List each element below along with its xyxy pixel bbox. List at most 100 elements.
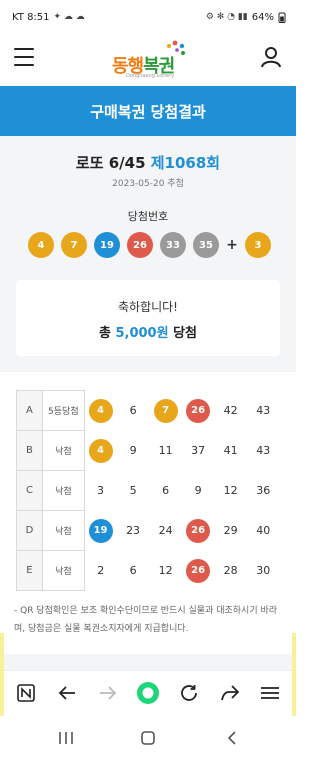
ticket-number: 3 — [97, 484, 105, 497]
ticket-table: A 5등당첨 4 6 7 26 42 43 B 낙첨 4 9 11 37 41 43 C 낙첨 3 5 6 9 12 36 D 낙… — [16, 390, 280, 591]
ticket-number-cell: 36 — [247, 471, 280, 511]
ticket-number: 5 — [129, 484, 137, 497]
ticket-number-cell: 26 — [182, 511, 215, 551]
winning-ball: 33 — [160, 232, 186, 258]
ticket-number-cell: 28 — [214, 551, 247, 591]
ticket-row-label: B — [16, 430, 43, 471]
app-header: 동행복권 Donghaeng Lottery — [0, 34, 296, 86]
edge-panel-right[interactable] — [292, 633, 296, 719]
menu-icon[interactable] — [258, 681, 282, 705]
system-status-icons: ⚙ ✻ ◔ ▮▮ — [205, 12, 248, 22]
prize-amount: 총 5,000원 당첨 — [16, 322, 280, 341]
ticket-number: 6 — [129, 404, 137, 417]
winning-ball: 4 — [28, 232, 54, 258]
recent-apps-icon[interactable] — [54, 728, 78, 748]
ticket-number: 30 — [256, 564, 271, 577]
ticket-number-cell: 6 — [149, 471, 182, 511]
refresh-icon[interactable] — [177, 681, 201, 705]
ticket-number-hit: 7 — [153, 398, 178, 423]
menu-icon[interactable] — [14, 48, 34, 66]
ticket-number-cell: 40 — [247, 511, 280, 551]
ticket-row: D 낙첨 19 23 24 26 29 40 — [16, 510, 280, 551]
ticket-row-label: E — [16, 550, 43, 591]
back-icon[interactable] — [220, 728, 244, 748]
ticket-row-label: C — [16, 470, 43, 511]
qr-notice: - QR 당첨확인은 보조 확인수단이므로 반드시 실물과 대조하시기 바라며,… — [14, 606, 278, 634]
system-nav-bar — [0, 716, 296, 760]
ticket-number: 9 — [194, 484, 202, 497]
plus-sign: + — [226, 237, 238, 253]
ticket-row-result: 낙첨 — [41, 470, 85, 511]
n-home-icon[interactable] — [14, 681, 38, 705]
ticket-number-cell: 3 — [84, 471, 117, 511]
status-time: KT 8:51 — [12, 11, 50, 23]
ticket-number: 41 — [223, 444, 238, 457]
draw-date: 2023-05-20 추첨 — [112, 179, 184, 189]
winning-numbers: 4 7 19 26 33 35 + 3 — [28, 232, 271, 258]
ticket-number-hit: 4 — [88, 398, 113, 423]
ticket-number-hit: 26 — [186, 518, 211, 543]
page-title: 구매복권 당첨결과 — [0, 86, 296, 136]
ticket-number: 29 — [223, 524, 238, 537]
ticket-number: 24 — [158, 524, 173, 537]
ticket-row-label: D — [16, 510, 43, 551]
browser-toolbar — [0, 633, 296, 719]
prize-value: 5,000원 — [115, 326, 169, 341]
ticket-number-cell: 2 — [84, 551, 117, 591]
ticket-number-cell: 37 — [182, 431, 215, 471]
prize-suffix: 당첨 — [168, 326, 198, 341]
ticket-number-cell: 6 — [117, 391, 150, 431]
share-icon[interactable] — [218, 681, 242, 705]
ticket-number: 43 — [256, 444, 271, 457]
winning-numbers-label: 당첨번호 — [127, 210, 169, 223]
ticket-number: 11 — [158, 444, 173, 457]
ticket-row: B 낙첨 4 9 11 37 41 43 — [16, 430, 280, 471]
game-name: 로또 6/45 — [75, 154, 151, 172]
ticket-number-cell: 23 — [117, 511, 150, 551]
user-icon[interactable] — [260, 46, 282, 68]
ticket-number: 43 — [256, 404, 271, 417]
battery-icon — [278, 12, 286, 23]
bonus-ball: 3 — [245, 232, 271, 258]
ticket-number-cell: 29 — [214, 511, 247, 551]
ticket-number-cell: 12 — [214, 471, 247, 511]
green-circle-icon[interactable] — [136, 681, 160, 705]
ticket-number-cell: 26 — [182, 551, 215, 591]
ticket-row: E 낙첨 2 6 12 26 28 30 — [16, 550, 280, 591]
draw-round: 제1068회 — [150, 154, 221, 172]
ticket-number: 42 — [223, 404, 238, 417]
winning-ball: 35 — [193, 232, 219, 258]
ticket-number-cell: 12 — [149, 551, 182, 591]
ticket-number: 12 — [158, 564, 173, 577]
ticket-number-cell: 6 — [117, 551, 150, 591]
ticket-row-label: A — [16, 390, 43, 431]
ticket-number-cell: 5 — [117, 471, 150, 511]
back-arrow-icon[interactable] — [55, 681, 79, 705]
status-bar: KT 8:51 ✦ ☁ ☁ ⚙ ✻ ◔ ▮▮ 64% — [0, 0, 296, 34]
ticket-number-hit: 26 — [186, 398, 211, 423]
forward-arrow-icon[interactable] — [96, 681, 120, 705]
ticket-number-cell: 7 — [149, 391, 182, 431]
ticket-number-cell: 19 — [84, 511, 117, 551]
prize-summary-card: 축하합니다! 총 5,000원 당첨 — [16, 280, 280, 356]
winning-ball: 19 — [94, 232, 120, 258]
ticket-number-cell: 4 — [84, 431, 117, 471]
ticket-number-cell: 42 — [214, 391, 247, 431]
ticket-number-cell: 24 — [149, 511, 182, 551]
ticket-number-cell: 4 — [84, 391, 117, 431]
ticket-number-hit: 4 — [88, 438, 113, 463]
ticket-row-result: 낙첨 — [41, 510, 85, 551]
ticket-number: 9 — [129, 444, 137, 457]
logo-burst-icon — [167, 40, 185, 55]
ticket-row-result: 5등당첨 — [41, 390, 85, 431]
ticket-number: 36 — [256, 484, 271, 497]
donghaeng-logo[interactable]: 동행복권 Donghaeng Lottery — [108, 40, 188, 80]
ticket-number-cell: 30 — [247, 551, 280, 591]
home-icon[interactable] — [136, 728, 160, 748]
edge-panel-left[interactable] — [0, 633, 4, 719]
logo-subtitle: Donghaeng Lottery — [126, 73, 175, 79]
ticket-number: 6 — [129, 564, 137, 577]
ticket-number: 40 — [256, 524, 271, 537]
winning-ball: 7 — [61, 232, 87, 258]
ticket-number-hit: 19 — [88, 518, 113, 543]
